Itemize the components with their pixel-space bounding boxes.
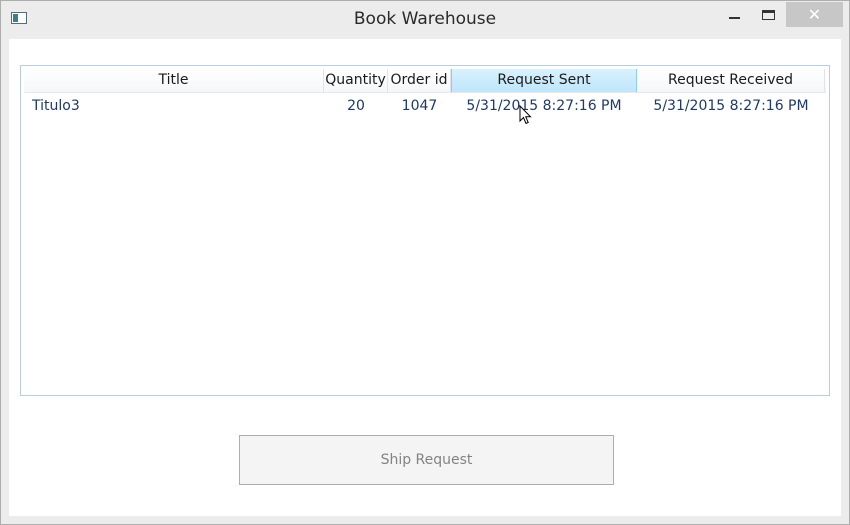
list-header: Title Quantity Order id Request Sent Req… [24,69,826,93]
minimize-icon [728,17,740,19]
column-header-request-sent[interactable]: Request Sent [451,69,637,92]
column-header-request-received[interactable]: Request Received [637,69,825,92]
minimize-button[interactable] [720,2,748,28]
cell-title: Titulo3 [32,98,80,114]
maximize-button[interactable] [753,2,783,28]
close-button[interactable]: ✕ [786,2,843,27]
client-area: Title Quantity Order id Request Sent Req… [9,39,841,516]
requests-list-view[interactable]: Title Quantity Order id Request Sent Req… [20,65,830,396]
table-row[interactable]: Titulo3 20 1047 5/31/2015 8:27:16 PM 5/3… [24,95,826,117]
app-window: Book Warehouse ✕ Title Quantity Order id… [0,0,850,525]
mouse-pointer-icon [519,105,532,125]
column-header-quantity[interactable]: Quantity [324,69,388,92]
cell-request-sent: 5/31/2015 8:27:16 PM [466,98,622,114]
maximize-icon [761,10,775,20]
ship-request-button[interactable]: Ship Request [239,435,614,485]
title-bar[interactable]: Book Warehouse ✕ [1,1,849,38]
column-header-title[interactable]: Title [24,69,324,92]
cell-order-id: 1047 [401,98,438,114]
cell-quantity: 20 [347,98,365,114]
close-icon: ✕ [807,4,822,24]
column-header-order-id[interactable]: Order id [388,69,451,92]
cell-request-received: 5/31/2015 8:27:16 PM [653,98,809,114]
